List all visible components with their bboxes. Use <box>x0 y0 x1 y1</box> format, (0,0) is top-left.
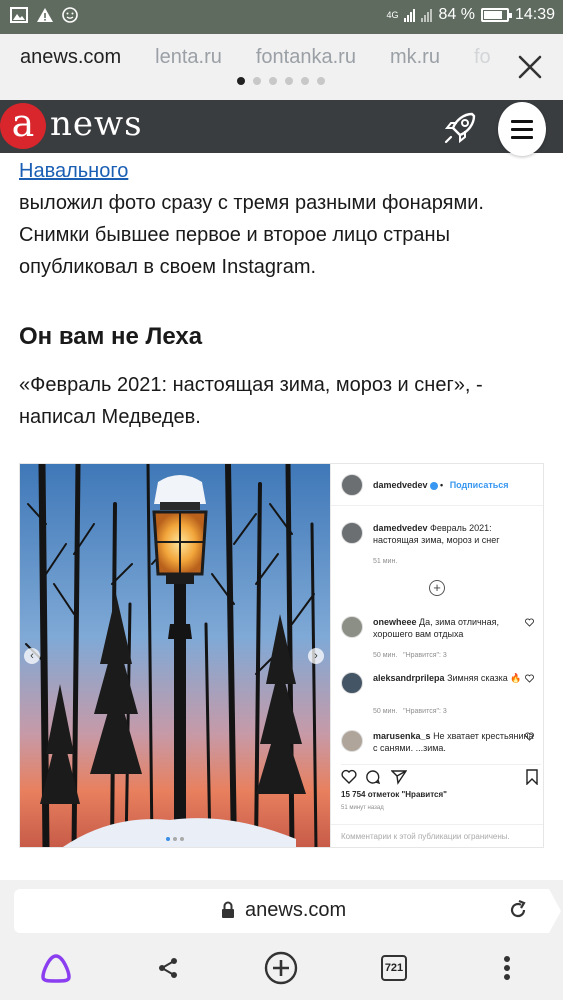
browser-toolbar: 721 <box>0 944 563 990</box>
tab-lenta[interactable]: lenta.ru <box>155 46 222 69</box>
next-arrow-icon[interactable]: › <box>308 648 324 664</box>
avatar <box>341 730 363 752</box>
avatar <box>341 474 363 496</box>
article-link[interactable]: Навального <box>19 160 128 182</box>
tab-anews[interactable]: anews.com <box>20 46 121 69</box>
tabs-count-icon[interactable]: 721 <box>376 950 412 986</box>
ig-username: damedvedev <box>373 480 428 490</box>
article-paragraph: выложил фото сразу с тремя разными фонар… <box>19 192 484 278</box>
close-icon[interactable] <box>515 52 545 82</box>
warning-icon <box>36 7 54 25</box>
signal-icon <box>404 8 416 22</box>
comment-time: 50 мин. <box>373 652 398 659</box>
ig-header: damedvedev • Подписаться <box>331 464 543 506</box>
battery-percent: 84 % <box>438 6 475 23</box>
post-time: 51 минут назад <box>341 805 384 811</box>
logo-text[interactable]: news <box>50 104 143 144</box>
logo-icon[interactable]: a <box>0 103 46 149</box>
smiley-icon <box>62 7 80 25</box>
article-subheading: Он вам не Леха <box>19 323 203 350</box>
load-more-comments-icon[interactable]: + <box>429 580 445 596</box>
add-tab-icon[interactable] <box>263 950 299 986</box>
photo-pager <box>166 837 184 841</box>
lock-icon <box>221 901 235 919</box>
tab-strip: anews.com lenta.ru fontanka.ru mk.ru fo <box>0 34 563 100</box>
comment-icon[interactable] <box>365 769 381 785</box>
share-icon[interactable] <box>150 950 186 986</box>
avatar <box>341 522 363 544</box>
post-photo: ‹ › <box>20 464 330 847</box>
alice-icon[interactable] <box>38 950 74 986</box>
tab-partial[interactable]: fo <box>474 46 491 69</box>
comment-user: marusenka_s <box>373 731 431 741</box>
prev-arrow-icon[interactable]: ‹ <box>24 648 40 664</box>
site-header: a news <box>0 100 563 153</box>
signal-2-icon <box>421 8 433 22</box>
url-text[interactable]: anews.com <box>245 899 346 922</box>
comment-likes: "Нравится": 3 <box>403 652 447 659</box>
battery-icon <box>480 8 512 22</box>
hamburger-menu-icon[interactable] <box>498 102 546 156</box>
comment-user: onewheee <box>373 617 417 627</box>
follow-button[interactable]: Подписаться <box>450 480 509 490</box>
like-icon[interactable] <box>341 769 357 785</box>
clock: 14:39 <box>514 6 555 23</box>
heart-icon[interactable] <box>525 618 534 627</box>
status-bar: 4G 84 % 14:39 <box>0 0 563 34</box>
caption-user: damedvedev <box>373 523 428 533</box>
article-body: Навального выложил фото сразу с тремя ра… <box>19 155 539 433</box>
embedded-image[interactable]: ‹ › damedvedev • Подписаться damedvedev … <box>19 463 544 848</box>
tab-fontanka[interactable]: fontanka.ru <box>256 46 356 69</box>
article-quote: «Февраль 2021: настоящая зима, мороз и с… <box>19 374 483 428</box>
send-icon[interactable] <box>391 769 407 785</box>
reload-icon[interactable] <box>507 899 529 921</box>
tabs-count: 721 <box>381 955 407 981</box>
ig-actions <box>341 764 541 785</box>
likes-count: 15 754 отметок "Нравится" <box>341 790 447 799</box>
rocket-icon[interactable] <box>442 110 478 146</box>
heart-icon[interactable] <box>525 732 534 741</box>
verified-icon <box>429 481 438 490</box>
gallery-icon <box>10 7 28 25</box>
tab-mk[interactable]: mk.ru <box>390 46 440 69</box>
comment-text: Зимняя сказка 🔥 <box>447 673 522 683</box>
comment-time: 50 мин. <box>373 708 398 715</box>
avatar <box>341 672 363 694</box>
caption-time: 51 мин. <box>373 558 398 565</box>
comments-restricted-note: Комментарии к этой публикации ограничены… <box>331 824 543 847</box>
more-icon[interactable] <box>489 950 525 986</box>
avatar <box>341 616 363 638</box>
comment-likes: "Нравится": 3 <box>403 708 447 715</box>
network-type: 4G <box>386 9 399 20</box>
comment-user: aleksandrprilepa <box>373 673 445 683</box>
instagram-panel: damedvedev • Подписаться damedvedev Февр… <box>330 464 543 847</box>
bookmark-icon[interactable] <box>525 769 539 785</box>
address-bar[interactable]: anews.com <box>14 889 561 933</box>
heart-icon[interactable] <box>525 674 534 683</box>
tab-page-indicator <box>237 77 325 85</box>
tab-list: anews.com lenta.ru fontanka.ru mk.ru fo <box>20 46 500 69</box>
